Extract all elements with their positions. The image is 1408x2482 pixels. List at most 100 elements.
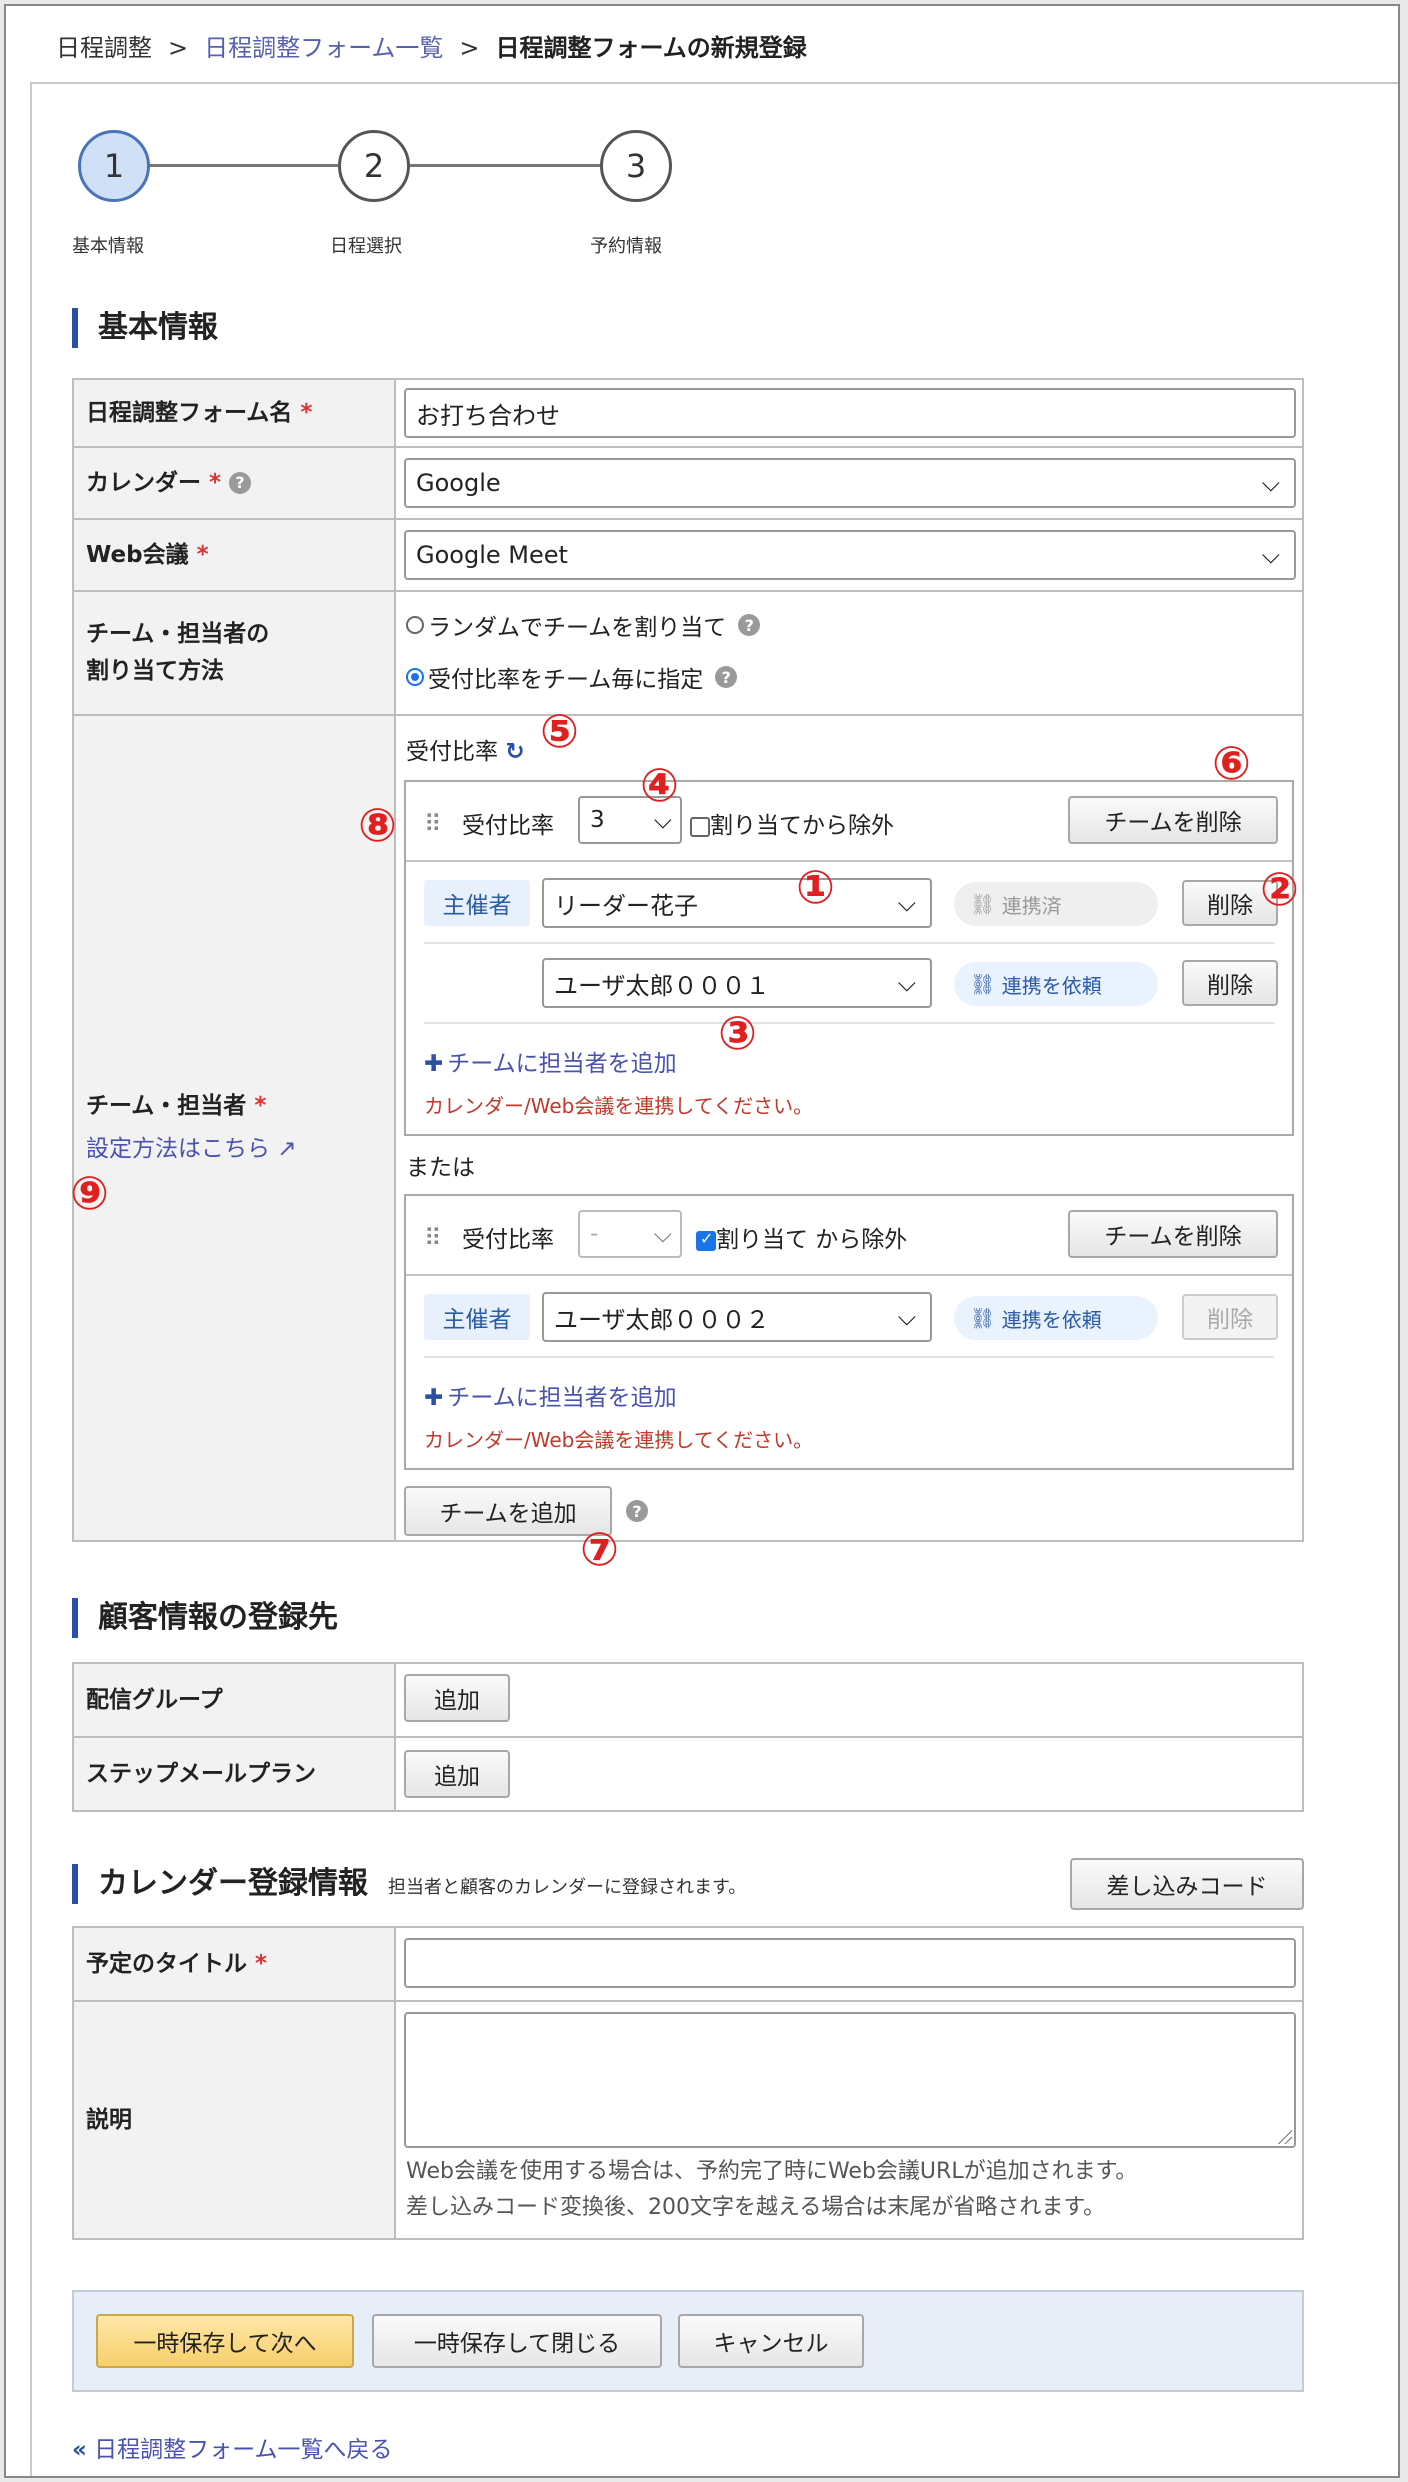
resize-grip-icon[interactable] bbox=[1274, 2126, 1292, 2144]
calendar-reg-note: 担当者と顧客のカレンダーに登録されます。 bbox=[388, 1877, 747, 1898]
team-2-member-1-delete-button[interactable]: 削除 bbox=[1182, 1294, 1278, 1340]
web-meeting-select[interactable]: Google Meet ⌵ bbox=[404, 530, 1296, 580]
marker-8: ⑧ bbox=[358, 798, 397, 852]
team-1-exclude[interactable]: 割り当てから除外 bbox=[690, 806, 894, 840]
team-1-member-2-select[interactable]: ユーザ太郎０００１ ⌵ bbox=[542, 958, 932, 1008]
cancel-button[interactable]: キャンセル bbox=[678, 2314, 864, 2368]
team-2-delete-button[interactable]: チームを削除 bbox=[1068, 1210, 1278, 1258]
team-2-add-member-link[interactable]: ✚ チームに担当者を追加 bbox=[424, 1378, 677, 1412]
save-next-button[interactable]: 一時保存して次へ bbox=[96, 2314, 354, 2368]
row-step-mail: ステップメールプラン 追加 bbox=[74, 1736, 1302, 1810]
event-title-input[interactable] bbox=[404, 1938, 1296, 1988]
step-mail-add-button[interactable]: 追加 bbox=[404, 1750, 510, 1798]
team-1-delete-button[interactable]: チームを削除 bbox=[1068, 796, 1278, 844]
drag-handle-icon[interactable]: ⠿ bbox=[424, 1224, 442, 1252]
radio-random-label: ランダムでチームを割り当て bbox=[428, 615, 727, 641]
row-team: チーム・担当者 * 設定方法はこちら ↗ 受付比率 ↻ ⠿ 受付比率 3 ⌵ 割り… bbox=[74, 714, 1302, 1540]
radio-button-selected[interactable] bbox=[406, 668, 424, 686]
step-1: 1 bbox=[78, 130, 150, 202]
help-icon[interactable]: ? bbox=[715, 666, 738, 688]
team-2-member-1: 主催者 ユーザ太郎０００２ ⌵ ⛓ 連携を依頼 削除 bbox=[424, 1278, 1278, 1358]
breadcrumb-item-schedule[interactable]: 日程調整 bbox=[56, 34, 152, 62]
assign-method-label: チーム・担当者の 割り当て方法 bbox=[74, 592, 396, 714]
breadcrumb-item-form-list[interactable]: 日程調整フォーム一覧 bbox=[204, 34, 443, 62]
radio-random[interactable]: ランダムでチームを割り当て ? bbox=[406, 608, 761, 642]
required-mark: * bbox=[196, 541, 209, 568]
team-1-member-1-select[interactable]: リーダー花子 ⌵ bbox=[542, 878, 932, 928]
team-2-ratio-select[interactable]: - ⌵ bbox=[578, 1210, 682, 1258]
page: 日程調整 > 日程調整フォーム一覧 > 日程調整フォームの新規登録 1 2 3 基本情報… bbox=[6, 6, 1398, 2476]
chevron-down-icon: ⌵ bbox=[653, 1220, 672, 1248]
team-box-2: ⠿ 受付比率 - ⌵ 割り当て から除外 チームを削除 主催者 ユーザ太郎０００… bbox=[404, 1194, 1294, 1470]
row-calendar: カレンダー *? Google ⌵ bbox=[74, 446, 1302, 518]
breadcrumb-separator: > bbox=[168, 34, 189, 62]
team-cell: 受付比率 ↻ ⠿ 受付比率 3 ⌵ 割り当てから除外 チームを削除 主催者 リー… bbox=[398, 716, 1302, 1540]
action-bar: 一時保存して次へ 一時保存して閉じる キャンセル bbox=[72, 2290, 1304, 2392]
team-1-member-2-delete-button[interactable]: 削除 bbox=[1182, 960, 1278, 1006]
help-icon[interactable]: ? bbox=[626, 1500, 648, 1522]
event-title-label: 予定のタイトル * bbox=[74, 1928, 396, 2000]
ratio-heading: 受付比率 ↻ bbox=[406, 732, 525, 766]
delivery-group-cell: 追加 bbox=[398, 1664, 1302, 1736]
row-delivery-group: 配信グループ 追加 bbox=[74, 1664, 1302, 1736]
team-1-add-member-text: チームに担当者を追加 bbox=[447, 1051, 677, 1077]
step-connector bbox=[148, 164, 338, 167]
form-name-label: 日程調整フォーム名 * bbox=[74, 380, 396, 446]
double-chevron-left-icon: « bbox=[72, 2437, 87, 2463]
drag-handle-icon[interactable]: ⠿ bbox=[424, 810, 442, 838]
delivery-group-add-button[interactable]: 追加 bbox=[404, 1674, 510, 1722]
row-event-title: 予定のタイトル * bbox=[74, 1928, 1302, 2000]
team-1-exclude-label: 割り当てから除外 bbox=[710, 813, 894, 839]
description-textarea[interactable] bbox=[404, 2012, 1296, 2148]
radio-ratio[interactable]: 受付比率をチーム毎に指定 ? bbox=[406, 660, 738, 694]
team-2-member-1-select[interactable]: ユーザ太郎０００２ ⌵ bbox=[542, 1292, 932, 1342]
team-2-exclude[interactable]: 割り当て から除外 bbox=[696, 1220, 907, 1254]
calendar-cell: Google ⌵ bbox=[398, 448, 1302, 518]
organizer-tag: 主催者 bbox=[424, 880, 530, 926]
radio-button[interactable] bbox=[406, 616, 424, 634]
calendar-label: カレンダー *? bbox=[74, 448, 396, 518]
link-icon: ⛓ bbox=[970, 972, 996, 996]
calendar-reg-title-text: カレンダー登録情報 bbox=[98, 1866, 368, 1901]
marker-9: ⑨ bbox=[70, 1166, 109, 1220]
help-icon[interactable]: ? bbox=[738, 614, 761, 636]
team-1-add-member-link[interactable]: ✚ チームに担当者を追加 bbox=[424, 1044, 677, 1078]
basic-info-table: 日程調整フォーム名 * お打ち合わせ カレンダー *? Google ⌵ Web会議… bbox=[72, 378, 1304, 1542]
save-close-button[interactable]: 一時保存して閉じる bbox=[372, 2314, 662, 2368]
back-link[interactable]: « 日程調整フォーム一覧へ戻る bbox=[72, 2430, 392, 2464]
description-label: 説明 bbox=[74, 2002, 396, 2238]
chevron-down-icon: ⌵ bbox=[897, 889, 916, 917]
team-2-exclude-checkbox[interactable] bbox=[696, 1229, 716, 1251]
calendar-label-text: カレンダー bbox=[86, 469, 201, 496]
breadcrumb: 日程調整 > 日程調整フォーム一覧 > 日程調整フォームの新規登録 bbox=[56, 28, 807, 63]
team-2-header: ⠿ 受付比率 - ⌵ 割り当て から除外 チームを削除 bbox=[406, 1196, 1292, 1276]
marker-3: ③ bbox=[718, 1006, 757, 1060]
row-form-name: 日程調整フォーム名 * お打ち合わせ bbox=[74, 380, 1302, 446]
calendar-select[interactable]: Google ⌵ bbox=[404, 458, 1296, 508]
web-meeting-select-value: Google Meet bbox=[416, 541, 568, 569]
plus-icon: ✚ bbox=[424, 1051, 444, 1077]
step-connector bbox=[410, 164, 600, 167]
description-note-2: 差し込みコード変換後、200文字を越える場合は末尾が省略されます。 bbox=[406, 2195, 1106, 2220]
chevron-down-icon: ⌵ bbox=[897, 969, 916, 997]
settings-link-text: 設定方法はこちら bbox=[86, 1136, 270, 1162]
web-meeting-label-text: Web会議 bbox=[86, 541, 189, 568]
help-icon[interactable]: ? bbox=[229, 472, 252, 494]
settings-link[interactable]: 設定方法はこちら ↗ bbox=[86, 1131, 297, 1168]
insert-code-button[interactable]: 差し込みコード bbox=[1070, 1858, 1304, 1910]
team-2-exclude-label: 割り当て から除外 bbox=[716, 1227, 908, 1253]
step-2-label: 日程選択 bbox=[330, 236, 402, 257]
event-title-cell bbox=[398, 1928, 1302, 2000]
team-2-member-1-status[interactable]: ⛓ 連携を依頼 bbox=[954, 1296, 1158, 1340]
assign-method-label-line1: チーム・担当者の bbox=[86, 621, 270, 648]
step-3: 3 bbox=[600, 130, 672, 202]
web-meeting-cell: Google Meet ⌵ bbox=[398, 520, 1302, 590]
form-name-input[interactable]: お打ち合わせ bbox=[404, 388, 1296, 438]
description-cell: Web会議を使用する場合は、予約完了時にWeb会議URLが追加されます。 差し込… bbox=[398, 2002, 1302, 2238]
team-1-warning: カレンダー/Web会議を連携してください。 bbox=[424, 1094, 814, 1118]
team-1-member-2-status[interactable]: ⛓ 連携を依頼 bbox=[954, 962, 1158, 1006]
team-1-exclude-checkbox[interactable] bbox=[690, 816, 710, 837]
event-title-label-text: 予定のタイトル bbox=[86, 1950, 247, 1977]
refresh-icon[interactable]: ↻ bbox=[505, 739, 524, 765]
radio-ratio-label: 受付比率をチーム毎に指定 bbox=[428, 667, 704, 693]
